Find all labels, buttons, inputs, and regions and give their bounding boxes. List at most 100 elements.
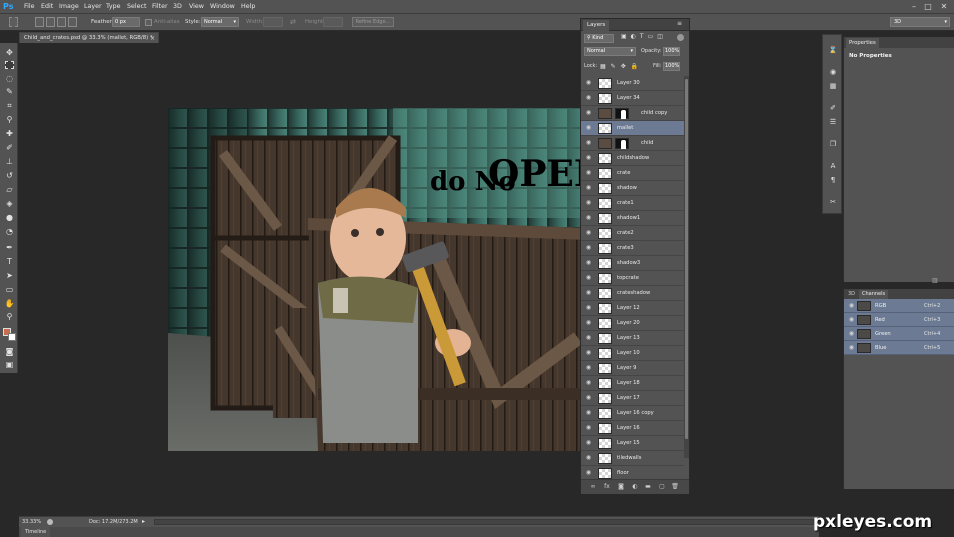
layer-mask-thumbnail[interactable] [615, 108, 629, 119]
menu-filter[interactable]: Filter [152, 0, 168, 14]
visibility-eye-icon[interactable]: ◉ [585, 230, 592, 236]
blend-mode-select[interactable]: Normal ▾ [584, 47, 636, 56]
timeline-tab[interactable]: Timeline [21, 527, 51, 537]
marquee-tool-icon[interactable] [5, 61, 14, 69]
paragraph-panel-icon[interactable]: ¶ [828, 175, 838, 185]
intersect-selection-icon[interactable] [68, 17, 77, 27]
dodge-tool-icon[interactable]: ◔ [4, 226, 15, 237]
visibility-eye-icon[interactable]: ◉ [585, 440, 592, 446]
document-tab[interactable]: Child_and_crates.psd @ 33.3% (mallet, RG… [19, 32, 159, 43]
channel-row[interactable]: ◉ Green Ctrl+4 [844, 327, 954, 341]
visibility-eye-icon[interactable]: ◉ [585, 170, 592, 176]
layers-scrollbar-thumb[interactable] [685, 79, 688, 439]
layer-row[interactable]: ◉ Layer 30 [581, 76, 684, 91]
eyedropper-tool-icon[interactable]: ⚲ [4, 114, 15, 125]
style-select[interactable]: Normal ▾ [201, 17, 239, 27]
height-input[interactable] [323, 17, 343, 27]
refine-edge-button[interactable]: Refine Edge... [352, 17, 394, 27]
screen-mode-icon[interactable]: ▣ [4, 359, 15, 370]
swap-dimensions-icon[interactable]: ⇄ [290, 14, 296, 31]
crop-tool-icon[interactable]: ⌗ [4, 100, 15, 111]
layer-row[interactable]: ◉ Layer 10 [581, 346, 684, 361]
layer-row[interactable]: ◉ mallet [581, 121, 684, 136]
trash-icon[interactable]: ▥ [932, 277, 938, 284]
layer-row[interactable]: ◉ crate1 [581, 196, 684, 211]
visibility-eye-icon[interactable]: ◉ [848, 317, 855, 323]
zoom-tool-icon[interactable]: ⚲ [4, 311, 15, 322]
layer-row[interactable]: ◉ Layer 13 [581, 331, 684, 346]
add-selection-icon[interactable] [46, 17, 55, 27]
layer-row[interactable]: ◉ crate2 [581, 226, 684, 241]
healing-brush-tool-icon[interactable]: ✚ [4, 128, 15, 139]
feather-input[interactable]: 0 px [112, 17, 140, 27]
layer-row[interactable]: ◉ Layer 15 [581, 436, 684, 451]
visibility-eye-icon[interactable]: ◉ [585, 320, 592, 326]
layer-row[interactable]: ◉ Layer 20 [581, 316, 684, 331]
type-tool-icon[interactable]: T [4, 256, 15, 267]
new-selection-icon[interactable] [35, 17, 44, 27]
visibility-eye-icon[interactable]: ◉ [585, 365, 592, 371]
channel-row[interactable]: ◉ Red Ctrl+3 [844, 313, 954, 327]
layer-row[interactable]: ◉ Layer 18 [581, 376, 684, 391]
visibility-eye-icon[interactable]: ◉ [585, 410, 592, 416]
clone-stamp-tool-icon[interactable]: ⊥ [4, 156, 15, 167]
character-panel-icon[interactable]: A [828, 161, 838, 171]
visibility-eye-icon[interactable]: ◉ [585, 185, 592, 191]
marquee-preset-icon[interactable] [9, 17, 18, 27]
visibility-eye-icon[interactable]: ◉ [585, 140, 592, 146]
swatches-panel-icon[interactable]: ▦ [828, 81, 838, 91]
filter-type-icons[interactable]: ▣◐T▭◫ [621, 33, 667, 40]
blur-tool-icon[interactable]: ● [4, 212, 15, 223]
visibility-eye-icon[interactable]: ◉ [848, 345, 855, 351]
tab-3d[interactable]: 3D [845, 290, 858, 299]
visibility-eye-icon[interactable]: ◉ [585, 110, 592, 116]
path-select-tool-icon[interactable]: ➤ [4, 270, 15, 281]
menu-type[interactable]: Type [106, 0, 120, 14]
menu-view[interactable]: View [189, 0, 204, 14]
width-input[interactable] [263, 17, 283, 27]
lock-icons[interactable]: ▦✎✥🔒 [600, 62, 643, 71]
channel-row[interactable]: ◉ Blue Ctrl+5 [844, 341, 954, 355]
layer-row[interactable]: ◉ Layer 9 [581, 361, 684, 376]
new-group-icon[interactable]: ▬ [644, 483, 652, 491]
visibility-eye-icon[interactable]: ◉ [585, 125, 592, 131]
brush-tool-icon[interactable]: ✐ [4, 142, 15, 153]
visibility-eye-icon[interactable]: ◉ [585, 305, 592, 311]
history-brush-tool-icon[interactable]: ↺ [4, 170, 15, 181]
layer-row[interactable]: ◉ tiledwalls [581, 451, 684, 466]
quick-mask-icon[interactable]: ◙ [4, 346, 15, 357]
move-tool-icon[interactable]: ✥ [4, 47, 15, 58]
layer-row[interactable]: ◉ childshadow [581, 151, 684, 166]
layer-style-icon[interactable]: fx [603, 483, 611, 491]
antialias-checkbox[interactable] [145, 19, 152, 26]
layer-row[interactable]: ◉ topcrate [581, 271, 684, 286]
tab-properties[interactable]: Properties [846, 38, 879, 48]
visibility-eye-icon[interactable]: ◉ [585, 380, 592, 386]
paint-bucket-tool-icon[interactable]: ◈ [4, 198, 15, 209]
workspace-select[interactable]: 3D ▾ [890, 17, 950, 27]
visibility-eye-icon[interactable]: ◉ [585, 260, 592, 266]
new-layer-icon[interactable]: ▢ [658, 483, 666, 491]
visibility-eye-icon[interactable]: ◉ [585, 470, 592, 476]
tab-layers[interactable]: Layers [583, 20, 610, 31]
channel-row[interactable]: ◉ RGB Ctrl+2 [844, 299, 954, 313]
visibility-eye-icon[interactable]: ◉ [585, 215, 592, 221]
restore-icon[interactable]: □ [922, 1, 934, 13]
visibility-eye-icon[interactable]: ◉ [585, 200, 592, 206]
visibility-eye-icon[interactable]: ◉ [585, 455, 592, 461]
opacity-input[interactable]: 100% [663, 47, 680, 56]
zoom-level[interactable]: 33.33% [22, 517, 41, 527]
visibility-eye-icon[interactable]: ◉ [585, 425, 592, 431]
visibility-eye-icon[interactable]: ◉ [585, 245, 592, 251]
fill-input[interactable]: 100% [663, 62, 680, 71]
status-info-icon[interactable] [47, 519, 53, 525]
eraser-tool-icon[interactable]: ▱ [4, 184, 15, 195]
history-panel-icon[interactable]: ⌛ [828, 45, 838, 55]
kind-filter-select[interactable]: ⚲ Kind [584, 34, 614, 43]
subtract-selection-icon[interactable] [57, 17, 66, 27]
layer-row[interactable]: ◉ Layer 16 copy [581, 406, 684, 421]
adjustment-layer-icon[interactable]: ◐ [631, 483, 639, 491]
menu-layer[interactable]: Layer [84, 0, 102, 14]
color-panel-icon[interactable]: ◉ [828, 67, 838, 77]
document-canvas[interactable]: do No OPEN [168, 108, 588, 451]
